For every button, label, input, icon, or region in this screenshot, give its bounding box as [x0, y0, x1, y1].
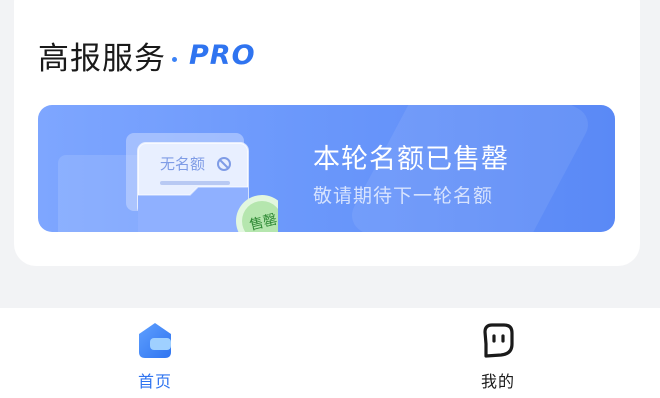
- pro-badge: PRO: [189, 39, 256, 71]
- sold-out-banner[interactable]: 无名额 售罄 本轮名额已售罄 敬请期待下一轮名额: [38, 105, 615, 232]
- tab-home[interactable]: 首页: [115, 320, 195, 392]
- title-dot: [172, 56, 177, 62]
- card-label: 无名额: [160, 155, 205, 173]
- no-quota-illustration: 无名额 售罄: [126, 133, 278, 232]
- tab-home-label: 首页: [137, 372, 172, 391]
- banner-subtext: 敬请期待下一轮名额: [313, 185, 494, 207]
- bottom-tab-bar: 首页 我的: [0, 308, 660, 398]
- tab-mine[interactable]: 我的: [458, 320, 538, 392]
- service-title: 高报服务: [38, 40, 166, 77]
- profile-face-icon: [483, 323, 514, 358]
- tab-mine-label: 我的: [480, 372, 515, 391]
- banner-heading: 本轮名额已售罄: [313, 144, 509, 175]
- home-icon: [139, 323, 171, 358]
- service-title-row: 高报服务 PRO: [38, 32, 256, 78]
